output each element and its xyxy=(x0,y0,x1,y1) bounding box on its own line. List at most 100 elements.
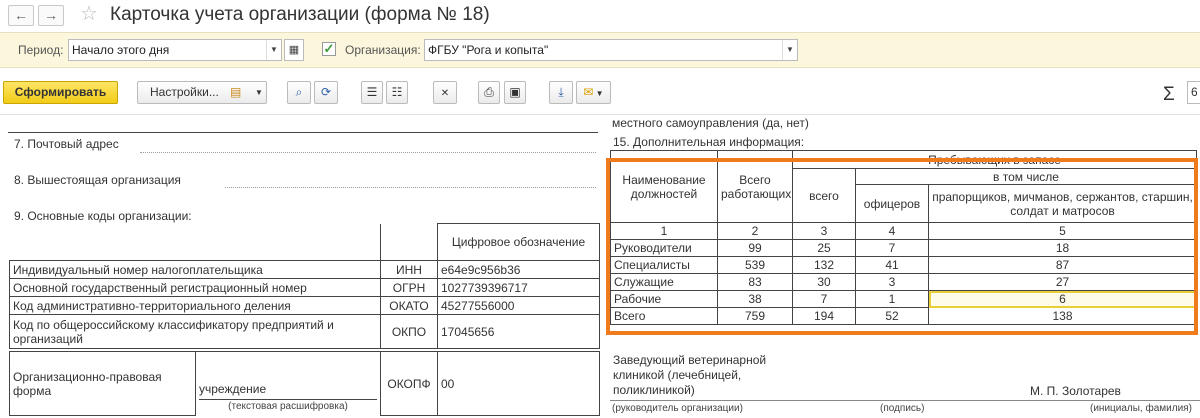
code-value[interactable]: e64e9c956b36 xyxy=(437,260,600,279)
code-value[interactable]: 1027739396717 xyxy=(437,278,600,297)
col-reserve-header: Пребывающих в запасе xyxy=(791,150,1198,169)
forward-button[interactable]: → xyxy=(38,5,64,26)
row-officers[interactable]: 52 xyxy=(855,307,929,325)
caption-initials: (инициалы, фамилия) xyxy=(1090,403,1192,414)
clear-button[interactable]: ✕ xyxy=(433,81,457,104)
additional-info-title: 15. Дополнительная информация: xyxy=(613,135,805,149)
row-officers[interactable]: 41 xyxy=(855,256,929,274)
arrow-left-icon: ← xyxy=(14,7,28,23)
organization-checkbox[interactable]: ✓ xyxy=(322,42,336,56)
codes-table: Цифровое обозначение Индивидуальный номе… xyxy=(9,223,600,349)
filter-panel: Период: Начало этого дня ▼ ▦ ✓ Организац… xyxy=(0,32,1200,68)
row-total[interactable]: 539 xyxy=(717,256,793,274)
row-name[interactable]: Рабочие xyxy=(610,290,718,308)
row-name[interactable]: Всего xyxy=(610,307,718,325)
organization-value: ФГБУ "Рога и копыта" xyxy=(428,43,549,57)
save-button[interactable]: ⤓ xyxy=(549,81,573,104)
row-total[interactable]: 99 xyxy=(717,239,793,257)
row-officers[interactable]: 1 xyxy=(855,290,929,308)
printer-icon: ⎙ xyxy=(484,85,494,99)
legal-form-value[interactable]: 00 xyxy=(437,351,600,416)
head-name: М. П. Золотарев xyxy=(1030,384,1121,398)
code-name: Код административно-территориального дел… xyxy=(9,296,381,315)
table-row: Руководители 99 25 7 18 xyxy=(610,239,1198,257)
row-total[interactable]: 759 xyxy=(717,307,793,325)
row-others[interactable]: 138 xyxy=(927,307,1198,325)
code-value[interactable]: 17045656 xyxy=(437,314,600,349)
row-name[interactable]: Служащие xyxy=(610,273,718,291)
chevron-down-icon[interactable]: ▼ xyxy=(782,40,797,60)
row-officers[interactable]: 7 xyxy=(855,239,929,257)
organization-select[interactable]: ФГБУ "Рога и копыта" ▼ xyxy=(424,39,798,61)
collapse-list-icon: ☷ xyxy=(391,85,403,99)
back-button[interactable]: ← xyxy=(8,5,34,26)
sigma-icon[interactable]: Σ xyxy=(1163,84,1175,106)
table-row: Служащие 83 30 3 27 xyxy=(610,273,1198,291)
report-sheet: местного самоуправления (да, нет) 7. Поч… xyxy=(0,114,1200,418)
col-officers-header: офицеров xyxy=(855,184,929,223)
row-name[interactable]: Руководители xyxy=(610,239,718,257)
code-value[interactable]: 45277556000 xyxy=(437,296,600,315)
row-all[interactable]: 30 xyxy=(792,273,856,291)
checkmark-icon: ✓ xyxy=(323,41,335,56)
legal-form-table: Организационно-правовая форма учреждение… xyxy=(9,351,600,416)
legal-form-text[interactable]: учреждение xyxy=(199,382,266,396)
row-all[interactable]: 25 xyxy=(792,239,856,257)
period-select[interactable]: Начало этого дня ▼ xyxy=(68,39,282,61)
head-position: Заведующий ветеринарной клиникой (лечебн… xyxy=(613,353,767,397)
search-next-icon: ⟳ xyxy=(320,85,332,99)
col-number: 2 xyxy=(717,222,793,240)
postal-address-field xyxy=(140,152,596,153)
collapse-groups-button[interactable]: ☷ xyxy=(386,81,408,104)
row-all[interactable]: 7 xyxy=(792,290,856,308)
postal-address-label: 7. Почтовый адрес xyxy=(14,137,119,151)
legal-form-label: Организационно-правовая форма xyxy=(9,351,196,416)
chevron-down-icon[interactable]: ▼ xyxy=(266,40,281,60)
arrow-right-icon: → xyxy=(44,7,58,23)
additional-info-table: Наименование должностей Всего работающих… xyxy=(610,150,1198,325)
page-title: Карточка учета организации (форма № 18) xyxy=(110,4,490,25)
row-others-selected-cell[interactable]: 6 xyxy=(927,290,1198,308)
row-officers[interactable]: 3 xyxy=(855,273,929,291)
col-others-header: прапорщиков, мичманов, сержантов, старши… xyxy=(927,184,1198,223)
row-total[interactable]: 38 xyxy=(717,290,793,308)
preview-button[interactable]: ▣ xyxy=(504,81,526,104)
parent-org-field xyxy=(225,187,596,188)
col-number: 1 xyxy=(610,222,718,240)
chevron-down-icon: ▼ xyxy=(255,88,263,97)
caption-head: (руководитель организации) xyxy=(612,403,743,414)
organization-label: Организация: xyxy=(345,43,421,57)
variants-icon: ▤ xyxy=(230,85,242,99)
zoom-input[interactable]: 6 xyxy=(1187,81,1200,104)
row-all[interactable]: 194 xyxy=(792,307,856,325)
settings-button[interactable]: Настройки... ▤ ▼ xyxy=(137,81,267,104)
close-icon: ✕ xyxy=(440,88,450,99)
code-name: Индивидуальный номер налогоплательщика xyxy=(9,260,381,279)
code-type: ОКАТО xyxy=(380,296,438,315)
send-email-button[interactable]: ✉ ▼ xyxy=(576,81,611,104)
find-next-button[interactable]: ⟳ xyxy=(314,81,338,104)
row-others[interactable]: 18 xyxy=(927,239,1198,257)
row-others[interactable]: 27 xyxy=(927,273,1198,291)
print-button[interactable]: ⎙ xyxy=(478,81,500,104)
find-button[interactable]: ⌕ xyxy=(287,81,311,104)
table-row: Всего 759 194 52 138 xyxy=(610,307,1198,325)
legal-form-code: ОКОПФ xyxy=(380,351,438,416)
col-all-header: всего xyxy=(792,168,856,223)
code-name: Основной государственный регистрационный… xyxy=(9,278,381,297)
chevron-down-icon: ▼ xyxy=(593,89,604,98)
row-others[interactable]: 87 xyxy=(927,256,1198,274)
expand-groups-button[interactable]: ☰ xyxy=(361,81,383,104)
codes-header: Цифровое обозначение xyxy=(437,223,600,261)
cut-text: местного самоуправления (да, нет) xyxy=(612,116,809,130)
envelope-icon: ✉ xyxy=(583,85,594,99)
row-total[interactable]: 83 xyxy=(717,273,793,291)
row-all[interactable]: 132 xyxy=(792,256,856,274)
row-name[interactable]: Специалисты xyxy=(610,256,718,274)
calendar-button[interactable]: ▦ xyxy=(284,39,304,61)
star-icon[interactable]: ☆ xyxy=(80,3,98,25)
generate-button[interactable]: Сформировать xyxy=(3,81,118,104)
col-number: 3 xyxy=(792,222,856,240)
search-icon: ⌕ xyxy=(295,85,303,99)
window-header: ← → ☆ Карточка учета организации (форма … xyxy=(0,0,1200,32)
